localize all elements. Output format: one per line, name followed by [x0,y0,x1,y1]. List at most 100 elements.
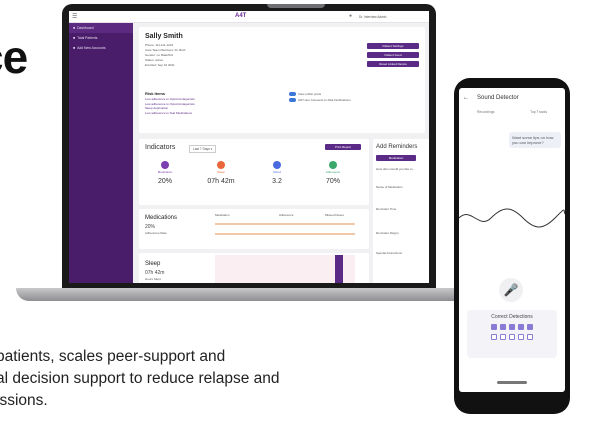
add-icon: ■ [73,46,76,50]
detections-row [467,324,557,330]
laptop-notch [267,4,325,8]
patient-actions: Patient Settings Patient Feed Reset Link… [367,43,419,67]
bed-icon [217,161,225,169]
tab-medication[interactable]: Medication [376,155,416,161]
laptop-screen: ☰ A4T ● Dr. Interview Admin ■ Dashboard … [69,11,429,283]
detection-square [518,324,524,330]
adherence-icon [329,161,337,169]
medications-card: Medications 20% Adherence Rate Medicatio… [139,209,369,249]
metric-label: Sleep [217,170,225,174]
col-missed: Missed Doses [325,213,344,217]
mood-icon [273,161,281,169]
user-menu[interactable]: Dr. Interview Admin [359,15,386,19]
sidebar-item-label: Dashboard [77,26,94,30]
app-logo: A4T [235,13,247,19]
patient-feed-button[interactable]: Patient Feed [367,52,419,58]
metric-sleep: Sleep 07h 42m [199,161,243,185]
soundwave [459,208,565,228]
patient-name: Sally Smith [145,33,183,40]
toggle-group: View public posts AW User Consents to Ri… [289,91,351,103]
sleep-sub: Hours Slept [145,277,161,281]
medications-value: 20% [145,224,156,230]
tip-text: Want some tips on how you can improve? [512,135,554,145]
sidebar-item-add-accounts[interactable]: ■ Add New Accounts [69,43,133,53]
metric-mood: Mood 3.2 [255,161,299,185]
col-adherence: Adherence [279,213,294,217]
laptop-base [16,288,482,301]
metric-label: Adherence [325,170,341,174]
reminder-field-time: Reminder Time [376,207,397,211]
metric-adherence: Adherence 70% [311,161,355,185]
metric-value: 3.2 [272,178,282,185]
laptop-mockup: ☰ A4T ● Dr. Interview Admin ■ Dashboard … [16,4,482,304]
phone-screen: ← Sound Detector Recordings Top Tracks W… [459,88,565,392]
risk-notifications-toggle[interactable] [289,98,296,102]
reminder-field-medication: Name of Medication [376,185,403,189]
print-report-button[interactable]: Print Report [325,144,361,150]
reminder-field-days: Reminder Day(s) [376,231,399,235]
tagline-line-1: patients, scales peer-support and [0,348,226,365]
reminders-title: Add Reminders [376,144,418,150]
tab-recordings[interactable]: Recordings [477,110,495,114]
patient-enrolled: Enrolled: Sep 16 2021 [145,63,175,67]
reminders-card: Add Reminders Medication How often would… [373,139,429,283]
metric-value: 20% [157,178,172,185]
metric-medication: Medication 20% [143,161,187,185]
reminder-field-frequency: How often would you like to... [376,167,416,171]
patients-icon: ■ [73,36,76,40]
detection-square [500,334,506,340]
metric-label: Mood [273,170,281,174]
sidebar-item-label: Total Patients [77,36,98,40]
reset-device-button[interactable]: Reset Linked Device [367,61,419,67]
user-icon[interactable]: ● [349,13,352,19]
tab-top-tracks[interactable]: Top Tracks [530,110,547,114]
patient-settings-button[interactable]: Patient Settings [367,43,419,49]
table-row [215,233,355,235]
back-arrow-icon[interactable]: ← [463,95,469,101]
home-indicator [497,381,527,384]
public-posts-toggle[interactable] [289,92,296,96]
microphone-icon[interactable]: 🎤 [499,278,523,302]
sidebar-item-label: Add New Accounts [77,46,106,50]
toggle-row: AW User Consents to Risk Notifications [289,97,351,103]
patient-card: Sally Smith Phone: 111-111-1234 Care Tea… [139,27,425,133]
col-medication: Medication [215,213,230,217]
laptop-lid: ☰ A4T ● Dr. Interview Admin ■ Dashboard … [62,4,436,290]
metric-value: 70% [325,178,340,185]
phone-mockup: ← Sound Detector Recordings Top Tracks W… [454,78,570,414]
toggle-label: AW User Consents to Risk Notifications [298,98,351,102]
metric-label: Medication [157,170,173,174]
sidebar: ■ Dashboard ■ Total Patients ■ Add New A… [69,23,133,283]
detections-row [467,334,557,340]
risk-list: Low adherence to Opioid Antagonists Low … [145,97,195,115]
sidebar-item-total-patients[interactable]: ■ Total Patients [69,33,133,43]
sidebar-item-dashboard[interactable]: ■ Dashboard [69,23,133,33]
tagline: patients, scales peer-support and al dec… [0,346,436,412]
patient-details: Phone: 111-111-1234 Care Team Members: D… [145,43,185,68]
indicators-card: Indicators Last 7 Days ▾ Print Report Me… [139,139,369,205]
dashboard-icon: ■ [73,26,76,30]
hero-heading: ce [0,31,28,83]
detection-square [518,334,524,340]
menu-icon[interactable]: ☰ [72,13,77,20]
metric-value: 07h 42m [207,178,235,185]
sleep-title: Sleep [145,261,161,267]
indicators-title: Indicators [145,144,176,151]
phone-tabs: Recordings Top Tracks [459,108,565,114]
table-row [215,223,355,225]
range-select[interactable]: Last 7 Days ▾ [189,145,217,153]
tagline-line-2: al decision support to reduce relapse an… [0,370,280,387]
risk-item: Low adherence to Opioid Antagonists [145,97,195,101]
sleep-chart [215,255,355,283]
sleep-card: Sleep 07h 42m Hours Slept [139,253,369,283]
tagline-line-3: issions. [0,392,48,409]
pill-icon [161,161,169,169]
chevron-down-icon: ▾ [210,147,213,151]
medications-title: Medications [145,215,178,221]
detection-square [527,334,533,340]
risk-title: Risk Items [145,91,166,96]
top-bar: ☰ A4T ● Dr. Interview Admin [69,11,429,23]
reminder-field-instructions: Special Instructions [376,251,403,255]
detection-square [491,324,497,330]
detections-panel: Correct Detections [467,310,557,358]
